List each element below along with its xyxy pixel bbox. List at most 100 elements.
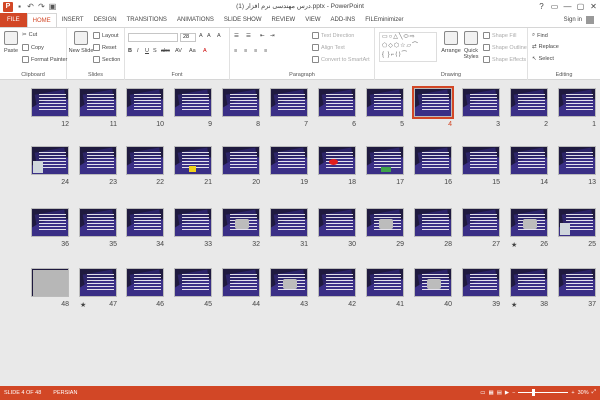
avatar[interactable] [586,16,594,24]
ribbon-display-options-icon[interactable]: ▭ [548,0,561,13]
minimize-icon[interactable]: — [561,0,574,13]
slide-thumbnail[interactable] [126,208,164,237]
strikethrough-button[interactable]: abc [161,48,170,54]
select-button[interactable]: ↖ Select [532,56,554,62]
slide-thumbnail[interactable] [270,146,308,175]
language-status[interactable]: PERSIAN [49,390,77,396]
slide-thumbnail[interactable] [174,146,212,175]
tab-file[interactable]: FILE [0,13,27,27]
slide-thumbnail[interactable] [79,268,117,297]
decrease-font-button[interactable]: A [207,33,211,39]
start-from-beginning-icon[interactable]: ▣ [48,2,57,11]
slide-thumbnail[interactable] [270,88,308,117]
slide-thumbnail[interactable] [414,146,452,175]
tab-transitions[interactable]: TRANSITIONS [122,13,172,27]
slide-thumbnail[interactable] [222,146,260,175]
slide-thumbnail[interactable] [558,268,596,297]
align-center-button[interactable]: ≡ [244,48,247,54]
zoom-in-icon[interactable]: + [571,390,574,396]
slide-thumbnail[interactable] [79,88,117,117]
normal-view-icon[interactable]: ▭ [480,390,485,396]
clear-formatting-button[interactable]: A [217,33,221,39]
shape-effects-button[interactable]: Shape Effects [483,56,526,63]
slide-thumbnail[interactable] [126,268,164,297]
undo-icon[interactable]: ↶ [26,2,35,11]
font-color-button[interactable]: A [203,48,207,54]
increase-font-button[interactable]: A [199,33,203,39]
decrease-indent-button[interactable]: ⇤ [260,33,265,39]
text-direction-button[interactable]: Text Direction [312,32,354,39]
find-button[interactable]: ⌕ Find [532,32,548,39]
slide-thumbnail[interactable] [79,146,117,175]
slide-thumbnail[interactable] [366,208,404,237]
slide-thumbnail[interactable] [174,88,212,117]
slide-thumbnail[interactable] [270,268,308,297]
bold-button[interactable]: B [128,48,132,54]
numbering-button[interactable]: ☰ [246,33,251,39]
slide-thumbnail[interactable] [558,146,596,175]
slide-thumbnail[interactable] [222,208,260,237]
close-icon[interactable]: ✕ [587,0,600,13]
tab-add-ins[interactable]: ADD-INS [326,13,361,27]
tab-home[interactable]: HOME [26,13,57,27]
new-slide-button[interactable]: New Slide [69,31,93,54]
slide-thumbnail[interactable] [366,88,404,117]
slide-thumbnail[interactable] [31,146,69,175]
slide-thumbnail[interactable] [510,208,548,237]
slide-sorter-view-icon[interactable]: ▦ [489,390,494,396]
font-name-field[interactable] [128,33,178,42]
slide-thumbnail[interactable] [126,88,164,117]
slide-thumbnail[interactable] [558,208,596,237]
justify-button[interactable]: ≡ [264,48,267,54]
cut-button[interactable]: ✂ Cut [22,32,37,38]
font-size-field[interactable]: 28 [180,33,196,42]
slide-thumbnail[interactable] [318,268,356,297]
tab-animations[interactable]: ANIMATIONS [172,13,219,27]
shapes-gallery[interactable]: ▭○△╲⬭⇨ ⬠◇⬡☆▱⌒{ }⌐⟨⟩⁀ [379,32,437,62]
copy-button[interactable]: Copy [22,44,44,51]
slide-thumbnail[interactable] [31,208,69,237]
underline-button[interactable]: U [145,48,149,54]
slide-thumbnail[interactable] [31,268,69,297]
sign-in[interactable]: Sign in [564,16,594,24]
slide-thumbnail[interactable] [79,208,117,237]
quick-styles-button[interactable]: Quick Styles [461,31,481,60]
zoom-slider-thumb[interactable] [532,389,536,396]
reading-view-icon[interactable]: ▤ [497,390,502,396]
slide-thumbnail[interactable] [412,86,454,119]
slide-thumbnail[interactable] [462,268,500,297]
layout-button[interactable]: Layout [93,32,119,39]
slide-thumbnail[interactable] [174,208,212,237]
slide-thumbnail[interactable] [174,268,212,297]
slide-thumbnail[interactable] [366,146,404,175]
section-button[interactable]: Section [93,56,120,63]
tab-slide-show[interactable]: SLIDE SHOW [219,13,267,27]
zoom-slider[interactable] [518,389,569,396]
tab-fileminimizer[interactable]: FILEminimizer [360,13,408,27]
align-right-button[interactable]: ≡ [254,48,257,54]
slide-thumbnail[interactable] [462,88,500,117]
align-left-button[interactable]: ≡ [234,48,237,54]
slide-thumbnail[interactable] [366,268,404,297]
slide-thumbnail[interactable] [510,146,548,175]
slide-thumbnail[interactable] [510,268,548,297]
slide-thumbnail[interactable] [222,88,260,117]
arrange-button[interactable]: Arrange [441,31,461,54]
slide-thumbnail[interactable] [462,208,500,237]
tab-insert[interactable]: INSERT [57,13,89,27]
slide-show-view-icon[interactable]: ▶ [505,390,509,396]
shape-outline-button[interactable]: Shape Outline [483,44,527,51]
slide-thumbnail[interactable] [318,88,356,117]
slide-thumbnail[interactable] [31,88,69,117]
zoom-out-icon[interactable]: − [512,390,515,396]
save-icon[interactable]: ▪ [15,2,24,11]
tab-design[interactable]: DESIGN [89,13,122,27]
slide-thumbnail[interactable] [558,88,596,117]
help-icon[interactable]: ? [535,0,548,13]
paste-button[interactable]: Paste [3,31,19,54]
redo-icon[interactable]: ↷ [37,2,46,11]
sign-in-label[interactable]: Sign in [564,17,582,23]
maximize-icon[interactable]: ▢ [574,0,587,13]
slide-thumbnail[interactable] [414,268,452,297]
zoom-level[interactable]: 30% [578,390,589,396]
